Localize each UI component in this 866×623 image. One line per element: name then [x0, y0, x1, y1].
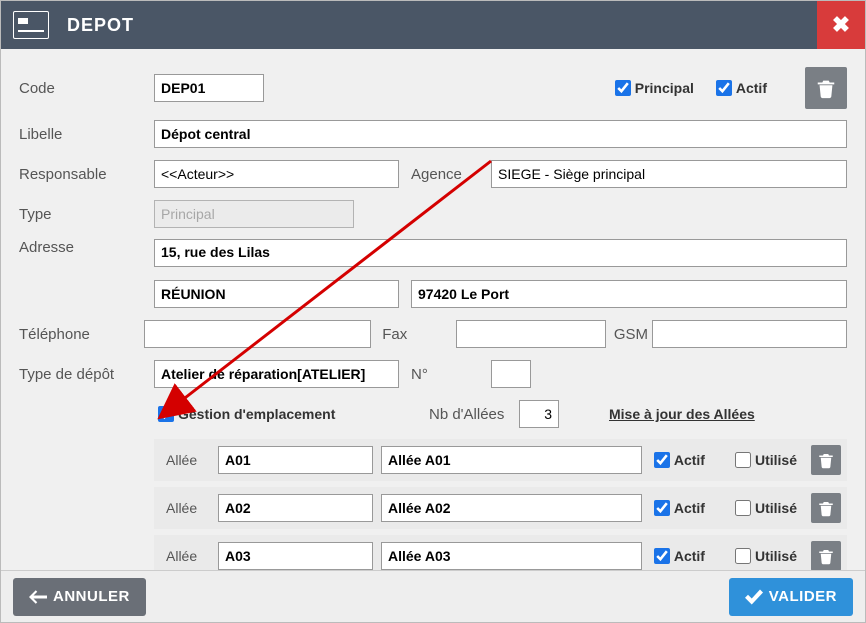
gestion-emplacement-checkbox[interactable]: [158, 406, 174, 422]
libelle-input[interactable]: [154, 120, 847, 148]
allee-row: Allée Actif Utilisé: [154, 487, 847, 529]
allee-label: Allée: [160, 500, 210, 516]
allee-actif-label[interactable]: Actif: [650, 497, 705, 519]
allee-label-input[interactable]: [381, 542, 642, 570]
allee-actif-label[interactable]: Actif: [650, 449, 705, 471]
allee-actif-checkbox[interactable]: [654, 452, 670, 468]
label-gsm: GSM: [610, 326, 652, 343]
agence-select[interactable]: SIEGE - Siège principal: [491, 160, 847, 188]
allee-code-input[interactable]: [218, 494, 373, 522]
allee-delete-button[interactable]: [811, 445, 841, 475]
label-responsable: Responsable: [19, 166, 154, 183]
allee-delete-button[interactable]: [811, 493, 841, 523]
allee-utilise-checkbox[interactable]: [735, 500, 751, 516]
actif-checkbox[interactable]: [716, 80, 732, 96]
footer: ANNULER VALIDER: [1, 570, 865, 622]
allee-row: Allée Actif Utilisé: [154, 439, 847, 481]
label-code: Code: [19, 80, 154, 97]
gsm-input[interactable]: [652, 320, 847, 348]
allee-label-input[interactable]: [381, 494, 642, 522]
trash-icon: [817, 499, 835, 517]
allee-actif-checkbox[interactable]: [654, 548, 670, 564]
maj-allees-link[interactable]: Mise à jour des Allées: [609, 406, 755, 422]
delete-button[interactable]: [805, 67, 847, 109]
fax-input[interactable]: [456, 320, 606, 348]
form-icon: [13, 11, 49, 39]
trash-icon: [815, 77, 837, 99]
code-input[interactable]: [154, 74, 264, 102]
allee-label: Allée: [160, 452, 210, 468]
trash-icon: [817, 451, 835, 469]
principal-checkbox-label[interactable]: Principal: [611, 77, 694, 99]
label-fax: Fax: [382, 326, 456, 343]
allee-actif-checkbox[interactable]: [654, 500, 670, 516]
label-typedepot: Type de dépôt: [19, 366, 154, 383]
principal-checkbox[interactable]: [615, 80, 631, 96]
allee-utilise-checkbox[interactable]: [735, 548, 751, 564]
allee-utilise-checkbox[interactable]: [735, 452, 751, 468]
cp-ville-input[interactable]: [411, 280, 847, 308]
close-icon: ✖: [832, 12, 850, 38]
label-type: Type: [19, 206, 154, 223]
back-arrow-icon: [29, 590, 47, 604]
nballees-input[interactable]: [519, 400, 559, 428]
label-numero: N°: [411, 366, 491, 383]
close-button[interactable]: ✖: [817, 1, 865, 49]
gestion-emplacement-label[interactable]: Gestion d'emplacement: [154, 403, 399, 425]
allee-utilise-label[interactable]: Utilisé: [731, 497, 797, 519]
numero-input[interactable]: [491, 360, 531, 388]
trash-icon: [817, 547, 835, 565]
allee-utilise-label[interactable]: Utilisé: [731, 545, 797, 567]
label-nballees: Nb d'Allées: [429, 406, 519, 423]
actif-checkbox-label[interactable]: Actif: [712, 77, 767, 99]
telephone-input[interactable]: [144, 320, 371, 348]
allee-label: Allée: [160, 548, 210, 564]
cancel-button[interactable]: ANNULER: [13, 578, 146, 616]
ile-select[interactable]: RÉUNION: [154, 280, 399, 308]
allee-row: Allée Actif Utilisé: [154, 535, 847, 570]
allee-utilise-label[interactable]: Utilisé: [731, 449, 797, 471]
allee-delete-button[interactable]: [811, 541, 841, 570]
check-icon: [745, 589, 763, 605]
allee-code-input[interactable]: [218, 446, 373, 474]
label-adresse: Adresse: [19, 239, 154, 256]
typedepot-select[interactable]: Atelier de réparation[ATELIER]: [154, 360, 399, 388]
allee-actif-label[interactable]: Actif: [650, 545, 705, 567]
window-title: DEPOT: [67, 15, 134, 36]
titlebar: DEPOT ✖: [1, 1, 865, 49]
type-select: Principal: [154, 200, 354, 228]
label-libelle: Libelle: [19, 126, 154, 143]
label-agence: Agence: [411, 166, 491, 183]
adresse-textarea[interactable]: [154, 239, 847, 267]
allees-container: AlléeActifUtiliséAlléeActifUtiliséAlléeA…: [154, 439, 847, 570]
label-telephone: Téléphone: [19, 326, 144, 343]
form-body: Code Principal Actif Libelle Responsable: [1, 49, 865, 570]
allee-code-input[interactable]: [218, 542, 373, 570]
responsable-select[interactable]: <<Acteur>>: [154, 160, 399, 188]
validate-button[interactable]: VALIDER: [729, 578, 853, 616]
allee-label-input[interactable]: [381, 446, 642, 474]
depot-dialog: DEPOT ✖ Code Principal Actif Lib: [0, 0, 866, 623]
